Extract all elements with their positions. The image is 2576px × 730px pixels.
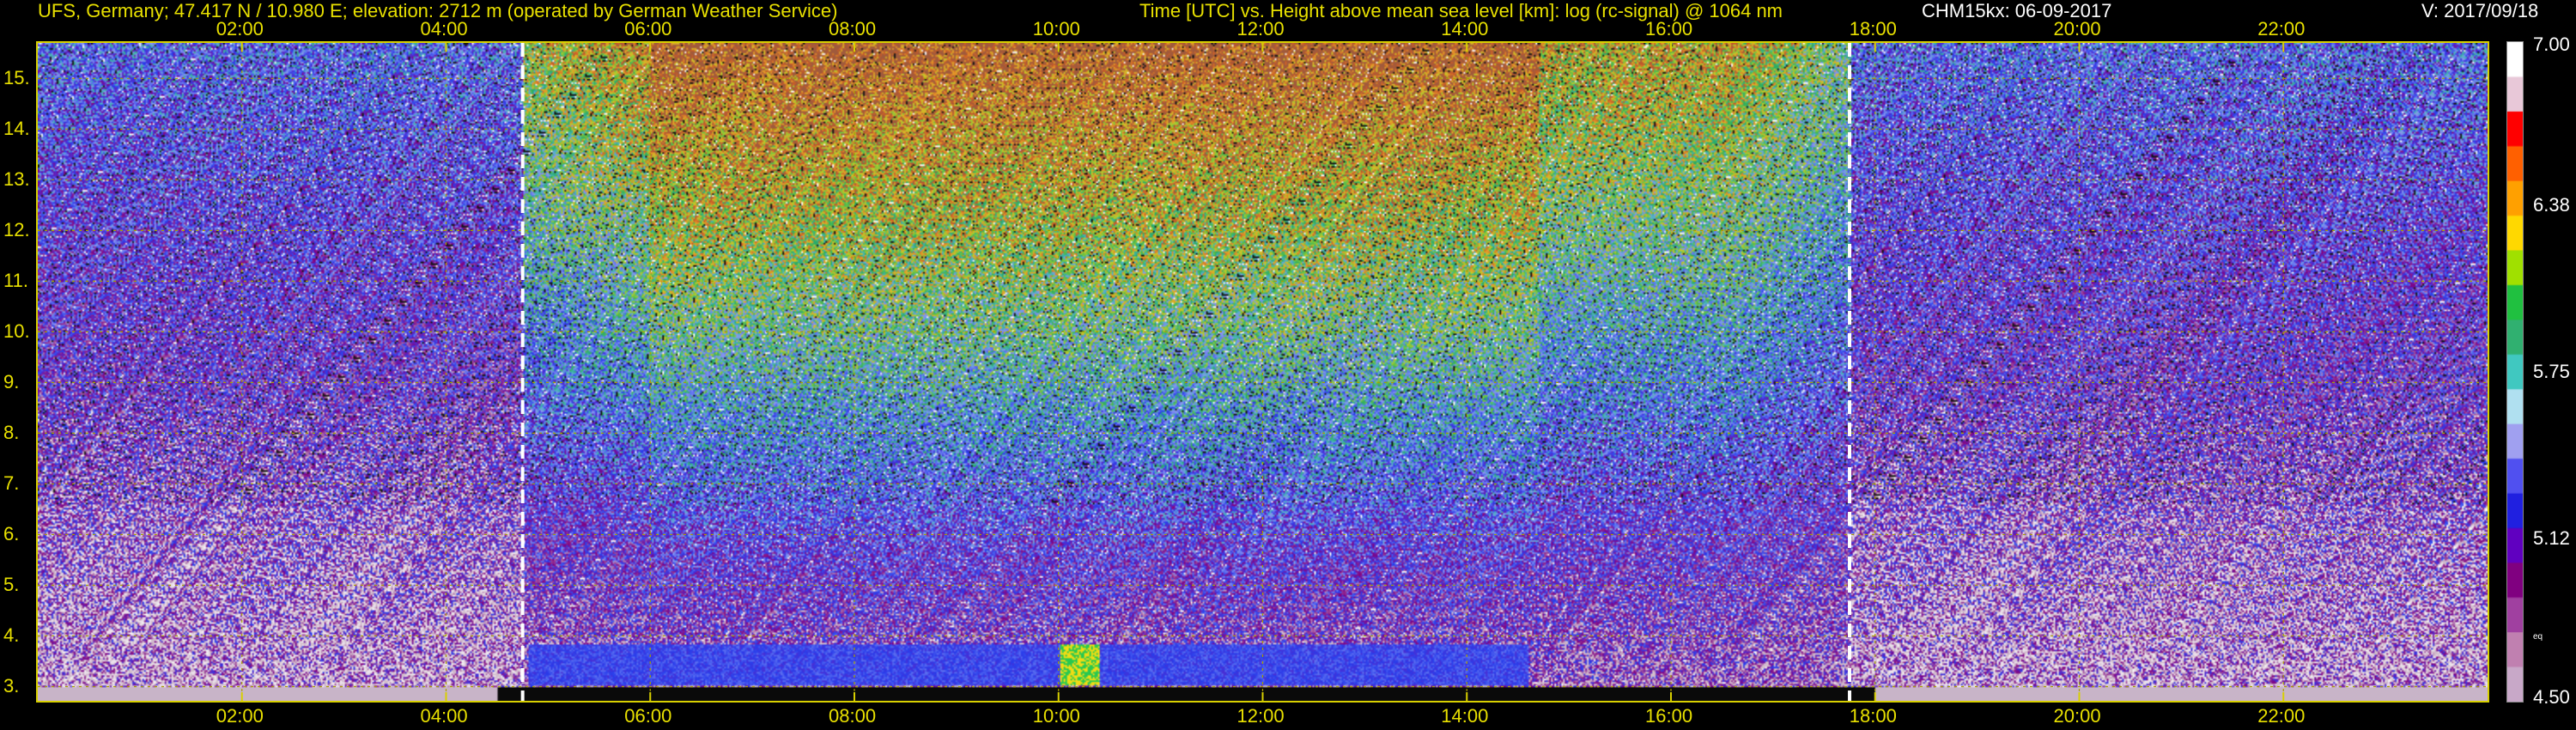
y-tick-label: 15.: [3, 67, 30, 89]
x-tick-label-top: 16:00: [1645, 18, 1693, 40]
x-tick-label-top: 04:00: [420, 18, 468, 40]
y-tick-label: 3.: [3, 675, 20, 697]
x-tick-label-top: 12:00: [1236, 18, 1285, 40]
y-tick-label: 11.: [3, 270, 28, 292]
x-tick-label-top: 08:00: [829, 18, 877, 40]
y-tick-label: 5.: [3, 574, 20, 596]
colorbar-tick-label: 7.00: [2533, 33, 2570, 55]
x-tick-label-bottom: 02:00: [216, 705, 264, 727]
y-tick-label: 12.: [3, 219, 30, 241]
version-label: V: 2017/09/18: [2421, 0, 2539, 21]
colorbar-unit: eq: [2533, 632, 2543, 642]
y-tick-label: 4.: [3, 624, 20, 647]
plot-area: [36, 41, 2489, 703]
colorbar-tick-label: 6.38: [2533, 193, 2570, 216]
y-tick-label: 7.: [3, 472, 20, 495]
x-tick-label-bottom: 04:00: [420, 705, 468, 727]
x-tick-label-top: 02:00: [216, 18, 264, 40]
y-tick-label: 9.: [3, 371, 20, 393]
colorbar: [2506, 41, 2524, 703]
x-tick-label-bottom: 22:00: [2257, 705, 2306, 727]
y-tick-label: 10.: [3, 320, 30, 343]
x-tick-label-top: 22:00: [2257, 18, 2306, 40]
colorbar-tick-label: 4.50: [2533, 686, 2570, 708]
y-tick-label: 13.: [3, 168, 30, 191]
x-tick-label-bottom: 08:00: [829, 705, 877, 727]
x-tick-label-bottom: 16:00: [1645, 705, 1693, 727]
x-tick-label-bottom: 18:00: [1849, 705, 1897, 727]
grid-overlay: [38, 43, 2488, 701]
x-tick-label-top: 14:00: [1441, 18, 1489, 40]
x-tick-label-top: 10:00: [1032, 18, 1080, 40]
y-tick-label: 14.: [3, 118, 30, 140]
y-tick-label: 8.: [3, 422, 20, 444]
colorbar-tick-label: 5.12: [2533, 527, 2570, 550]
x-tick-label-bottom: 12:00: [1236, 705, 1285, 727]
x-tick-label-top: 20:00: [2053, 18, 2101, 40]
colorbar-tick-label: 5.75: [2533, 361, 2570, 382]
x-tick-label-bottom: 14:00: [1441, 705, 1489, 727]
x-tick-label-top: 06:00: [624, 18, 672, 40]
x-tick-label-bottom: 20:00: [2053, 705, 2101, 727]
x-tick-label-bottom: 10:00: [1032, 705, 1080, 727]
x-tick-label-top: 18:00: [1849, 18, 1897, 40]
y-tick-label: 6.: [3, 523, 20, 545]
x-tick-label-bottom: 06:00: [624, 705, 672, 727]
